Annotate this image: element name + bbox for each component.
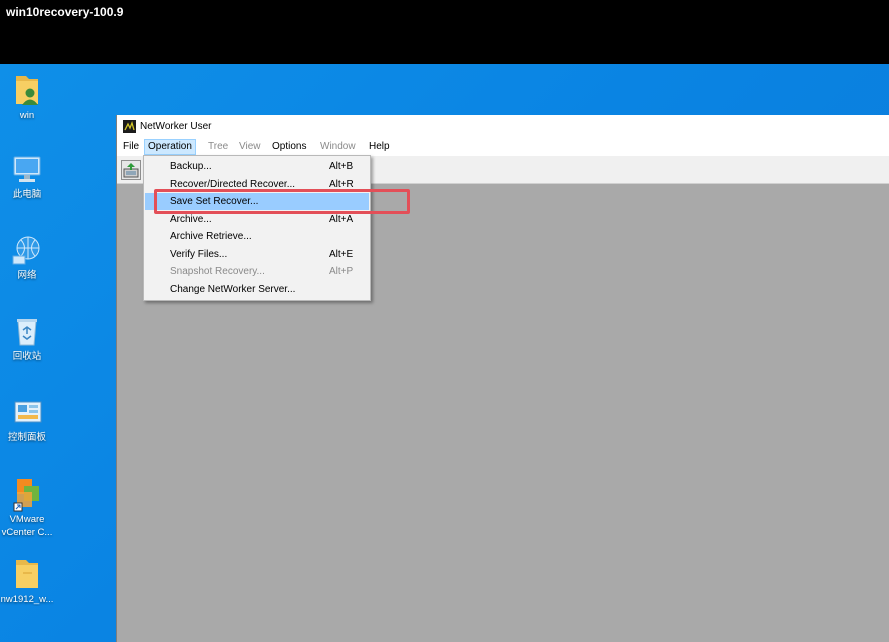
menu-item-verify-files[interactable]: Verify Files... Alt+E bbox=[145, 246, 369, 263]
menu-file[interactable]: File bbox=[120, 140, 142, 154]
desktop-icon-computer[interactable]: 此电脑 bbox=[0, 153, 54, 201]
window-titlebar[interactable]: NetWorker User bbox=[117, 115, 889, 138]
backup-toolbar-button[interactable] bbox=[121, 160, 141, 180]
desktop-icon-recycle-bin[interactable]: 回收站 bbox=[0, 315, 54, 363]
menu-window[interactable]: Window bbox=[317, 140, 359, 154]
desktop-icon-label: VMware bbox=[9, 514, 45, 525]
desktop-icon-label: 此电脑 bbox=[12, 189, 42, 200]
menu-item-archive-retrieve[interactable]: Archive Retrieve... bbox=[145, 228, 369, 245]
highlight-annotation-box bbox=[154, 189, 410, 214]
desktop-icon-folder[interactable]: nw1912_w... bbox=[0, 556, 54, 606]
vmware-icon bbox=[13, 479, 39, 512]
menu-item-label: Snapshot Recovery... bbox=[170, 266, 265, 277]
menu-item-backup[interactable]: Backup... Alt+B bbox=[145, 158, 369, 175]
menu-item-label: Archive Retrieve... bbox=[170, 231, 252, 242]
desktop-icon-label: 控制面板 bbox=[7, 432, 46, 443]
desktop-icon-label-line2: vCenter C... bbox=[1, 527, 53, 538]
menu-help[interactable]: Help bbox=[366, 140, 393, 154]
networker-logo-icon bbox=[123, 120, 136, 133]
menu-tree[interactable]: Tree bbox=[205, 140, 231, 154]
screen: win10recovery-100.9 win 此电脑 网络 回收站 控制面板 … bbox=[0, 0, 889, 642]
operation-dropdown-menu: Backup... Alt+B Recover/Directed Recover… bbox=[143, 155, 371, 301]
desktop-icon-win[interactable]: win bbox=[0, 72, 54, 122]
menu-item-label: Verify Files... bbox=[170, 249, 228, 260]
remote-session-bar: win10recovery-100.9 bbox=[0, 0, 889, 64]
control-panel-icon bbox=[14, 401, 42, 423]
user-folder-icon bbox=[16, 76, 38, 105]
menu-bar: File Operation Tree View Options Window … bbox=[117, 138, 889, 156]
desktop-icon-label: 回收站 bbox=[12, 351, 42, 362]
desktop-icon-label: nw1912_w... bbox=[0, 594, 54, 605]
menu-item-change-server[interactable]: Change NetWorker Server... bbox=[145, 281, 369, 298]
session-title: win10recovery-100.9 bbox=[6, 5, 124, 19]
menu-item-label: Backup... bbox=[170, 161, 212, 172]
backup-toolbar-icon bbox=[123, 163, 139, 178]
menu-item-shortcut: Alt+E bbox=[329, 249, 354, 260]
desktop-icon-label: win bbox=[19, 110, 35, 121]
network-globe-icon bbox=[12, 236, 40, 265]
computer-icon bbox=[13, 156, 41, 182]
desktop-icon-vmware[interactable]: VMware vCenter C... bbox=[0, 476, 54, 539]
menu-options[interactable]: Options bbox=[269, 140, 309, 154]
menu-item-shortcut: Alt+B bbox=[329, 161, 354, 172]
desktop-icon-network[interactable]: 网络 bbox=[0, 234, 54, 282]
menu-item-label: Change NetWorker Server... bbox=[170, 284, 296, 295]
menu-view[interactable]: View bbox=[236, 140, 264, 154]
folder-icon bbox=[16, 560, 38, 588]
desktop-icon-control-panel[interactable]: 控制面板 bbox=[0, 396, 54, 444]
menu-item-shortcut: Alt+P bbox=[329, 266, 354, 277]
window-title: NetWorker User bbox=[140, 121, 212, 132]
recycle-bin-icon bbox=[17, 319, 37, 346]
menu-operation[interactable]: Operation bbox=[144, 139, 196, 155]
desktop-icon-label: 网络 bbox=[17, 270, 37, 281]
menu-item-snapshot-recovery: Snapshot Recovery... Alt+P bbox=[145, 263, 369, 280]
